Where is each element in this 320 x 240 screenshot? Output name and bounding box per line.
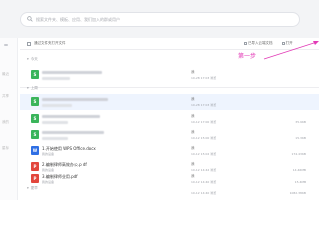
file-row[interactable]: W 1.开始使用 WPS Office.docx 我的设备 我 10-12 15… — [20, 143, 319, 159]
file-row-selected[interactable]: S 我 10-28 17:03 浏览 — [20, 94, 319, 110]
open-folder-link[interactable]: 通过文件夹打开文件 — [27, 41, 66, 46]
open-label[interactable]: 打开 — [286, 41, 293, 45]
chevron-down-icon: ▾ — [27, 57, 29, 61]
file-location: 我的设备 — [42, 152, 55, 156]
pdf-icon: P — [31, 174, 39, 183]
file-location-redacted — [42, 77, 70, 80]
upload-label[interactable]: 已导入云端文档 — [248, 41, 273, 45]
open-icon — [281, 42, 285, 45]
group-label-last-week[interactable]: ▾ 上周 — [27, 86, 38, 91]
file-row[interactable]: P 3.编制律师业用.pdf 我的设备 我 10-12 14:40 浏览 15.… — [20, 171, 319, 187]
file-location-redacted — [42, 137, 68, 140]
search-icon — [27, 16, 33, 22]
annotation-arrow-head — [313, 41, 319, 45]
file-location-redacted — [42, 104, 72, 107]
file-size: 35.9KB — [295, 120, 306, 124]
group-label-earlier[interactable]: ▾ 更早 — [27, 186, 38, 191]
file-size: 174.43KB — [291, 152, 306, 156]
file-time: 10-12 14:40 浏览 — [191, 191, 217, 195]
file-location-redacted — [42, 121, 68, 124]
file-time: 10-12 14:40 浏览 — [191, 180, 217, 184]
file-size: 15.4MB — [294, 180, 306, 184]
file-size: 15.3KB — [295, 136, 306, 140]
open-folder-label: 通过文件夹打开文件 — [34, 41, 66, 45]
file-name-redacted — [42, 71, 102, 74]
xls-icon: S — [31, 114, 39, 123]
doc-icon: W — [31, 146, 39, 155]
file-time: 10-12 15:02 浏览 — [191, 152, 217, 156]
file-owner: 我 — [191, 70, 195, 74]
left-pane: 最近 共享 我的 星标 — [0, 38, 18, 200]
file-owner: 我 — [191, 174, 195, 178]
pdf-icon: P — [31, 162, 39, 171]
folder-icon — [27, 41, 31, 46]
file-name-redacted — [42, 131, 104, 134]
file-size: 1082.38KB — [289, 191, 306, 195]
group-label-today[interactable]: ▾ 今天 — [27, 57, 38, 62]
file-time: 10-12 15:00 浏览 — [191, 136, 217, 140]
upload-icon — [244, 42, 247, 45]
annotation-step-one: 第一步 — [238, 53, 257, 60]
search-input[interactable] — [36, 14, 291, 25]
top-bar — [0, 0, 319, 38]
left-pane-item[interactable]: 我的 — [2, 120, 9, 125]
file-row[interactable]: S 我 10-12 15:00 浏览 15.3KB — [20, 127, 319, 143]
file-owner: 我 — [191, 146, 195, 150]
left-pane-item[interactable]: 共享 — [2, 94, 9, 99]
xls-icon: S — [31, 70, 39, 79]
file-owner: 我 — [191, 130, 195, 134]
toolbar-right: 已导入云端文档 打开 — [244, 41, 293, 46]
search-box[interactable] — [20, 12, 300, 27]
file-location: 我的设备 — [42, 180, 55, 184]
file-name-redacted — [42, 115, 100, 118]
xls-icon: S — [31, 130, 39, 139]
file-time: 10-28 17:03 浏览 — [191, 76, 217, 80]
left-pane-item[interactable]: 最近 — [2, 72, 9, 77]
left-pane-item[interactable]: 星标 — [2, 146, 9, 151]
file-time: 10-28 17:03 浏览 — [191, 103, 217, 107]
file-row[interactable]: S 我 10-12 17:00 浏览 35.9KB — [20, 111, 319, 127]
group-label-text: 更早 — [30, 186, 38, 190]
file-name-redacted — [42, 98, 108, 101]
xls-icon: S — [31, 97, 39, 106]
chevron-down-icon: ▾ — [27, 186, 29, 190]
file-owner: 我 — [191, 114, 195, 118]
file-time: 10-12 17:00 浏览 — [191, 120, 217, 124]
file-row[interactable]: S 我 10-28 17:03 浏览 — [20, 67, 319, 83]
file-owner: 我 — [191, 97, 195, 101]
group-label-text: 上周 — [30, 86, 38, 90]
file-owner: 我 — [191, 162, 195, 166]
divider — [20, 49, 319, 50]
group-label-text: 今天 — [30, 57, 38, 61]
divider — [20, 87, 319, 88]
chevron-down-icon: ▾ — [27, 86, 29, 90]
left-pane-marker — [4, 44, 8, 46]
